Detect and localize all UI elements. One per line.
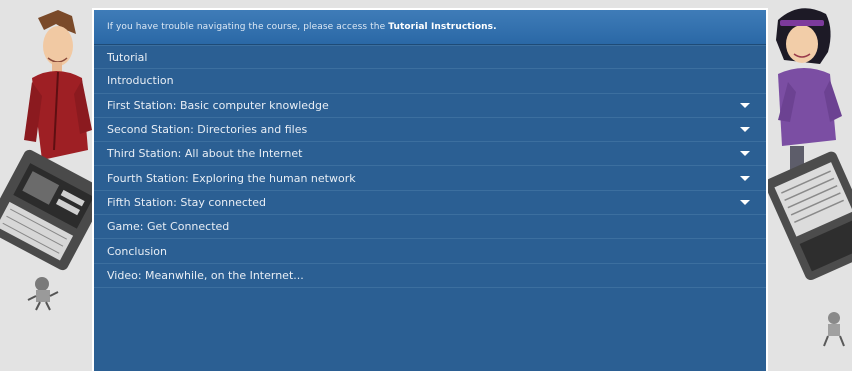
menu-item-label: Game: Get Connected [107, 220, 230, 234]
robot-figure-right [823, 312, 845, 347]
course-menu: Tutorial Introduction First Station: Basic… [94, 45, 766, 288]
menu-item-label: Third Station: All about the Internet [107, 147, 303, 161]
menu-item-label: Conclusion [107, 244, 167, 258]
menu-item[interactable]: Third Station: All about the Internet [94, 142, 766, 167]
menu-item-label: Tutorial [107, 50, 148, 64]
chevron-down-icon[interactable] [740, 102, 750, 108]
chevron-down-icon[interactable] [740, 151, 750, 157]
panel-header: If you have trouble navigating the cours… [94, 10, 766, 45]
menu-item-label: Video: Meanwhile, on the Internet... [107, 268, 304, 282]
course-menu-panel: If you have trouble navigating the cours… [92, 8, 768, 371]
menu-item[interactable]: Game: Get Connected [94, 215, 766, 240]
menu-item-label: Fifth Station: Stay connected [107, 195, 266, 209]
header-notice-text: If you have trouble navigating the cours… [107, 22, 386, 32]
menu-item[interactable]: First Station: Basic computer knowledge [94, 94, 766, 118]
tutorial-instructions-link[interactable]: Tutorial Instructions. [388, 22, 496, 32]
menu-item[interactable]: Fourth Station: Exploring the human netw… [94, 166, 766, 191]
menu-item[interactable]: Conclusion [94, 239, 766, 264]
menu-item-label: First Station: Basic computer knowledge [107, 98, 329, 112]
menu-item[interactable]: Introduction [94, 69, 766, 94]
menu-item[interactable]: Second Station: Directories and files [94, 118, 766, 143]
robot-figure [27, 277, 59, 311]
menu-item[interactable]: Tutorial [94, 45, 766, 70]
course-page: If you have trouble navigating the cours… [0, 0, 852, 371]
menu-item[interactable]: Video: Meanwhile, on the Internet... [94, 264, 766, 288]
menu-item-label: Introduction [107, 74, 174, 88]
girl-character-illustration [764, 8, 852, 347]
menu-item-label: Fourth Station: Exploring the human netw… [107, 171, 356, 185]
chevron-down-icon[interactable] [740, 127, 750, 133]
chevron-down-icon[interactable] [740, 199, 750, 205]
chevron-down-icon[interactable] [740, 175, 750, 181]
menu-item-label: Second Station: Directories and files [107, 123, 308, 137]
menu-item[interactable]: Fifth Station: Stay connected [94, 191, 766, 216]
boy-character-illustration [0, 10, 100, 311]
